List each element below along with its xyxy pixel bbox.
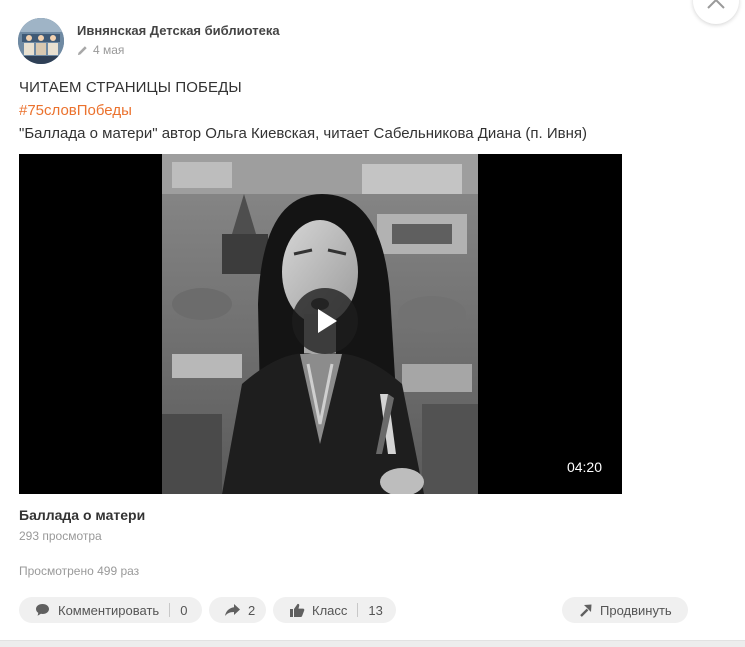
- share-icon: [225, 604, 240, 616]
- like-divider: [357, 603, 359, 617]
- post-meta: 4 мая: [77, 43, 124, 57]
- video-player[interactable]: 04:20: [19, 154, 622, 494]
- comment-icon: [36, 604, 49, 616]
- promote-icon: [580, 604, 592, 617]
- share-button[interactable]: 2: [209, 597, 266, 623]
- like-button[interactable]: Класс 13: [273, 597, 396, 623]
- video-views: 293 просмотра: [19, 529, 102, 543]
- like-count: 13: [368, 602, 383, 618]
- pencil-icon: [77, 45, 87, 55]
- author-name[interactable]: Ивнянская Детская библиотека: [77, 23, 280, 38]
- comment-count: 0: [180, 602, 188, 618]
- close-icon: [707, 0, 725, 9]
- video-duration: 04:20: [566, 459, 602, 475]
- like-icon: [290, 603, 305, 617]
- comment-label: Комментировать: [58, 602, 160, 618]
- feed-post: Ивнянская Детская библиотека 4 мая ЧИТАЕ…: [0, 0, 745, 641]
- post-title: ЧИТАЕМ СТРАНИЦЫ ПОБЕДЫ: [19, 79, 242, 96]
- post-text: "Баллада о матери" автор Ольга Киевская,…: [19, 125, 588, 142]
- play-button[interactable]: [292, 288, 358, 354]
- close-button[interactable]: [693, 0, 739, 24]
- comment-button[interactable]: Комментировать 0: [19, 597, 202, 623]
- seen-count: Просмотрено 499 раз: [19, 564, 140, 578]
- hashtag-link[interactable]: #75словПобеды: [19, 102, 132, 119]
- like-label: Класс: [312, 602, 348, 618]
- promote-button[interactable]: Продвинуть: [562, 597, 688, 623]
- play-icon: [318, 309, 337, 333]
- share-count: 2: [248, 602, 256, 618]
- promote-label: Продвинуть: [600, 602, 672, 618]
- video-title[interactable]: Баллада о матери: [19, 507, 145, 523]
- post-date[interactable]: 4 мая: [93, 43, 124, 57]
- author-avatar[interactable]: [18, 18, 64, 64]
- comment-divider: [169, 603, 171, 617]
